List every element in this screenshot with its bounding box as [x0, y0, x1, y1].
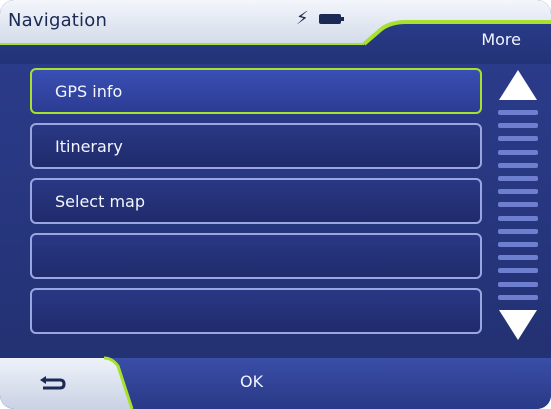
scroll-tick [498, 136, 538, 142]
scroll-tick [498, 294, 538, 300]
menu-item-empty-2[interactable] [30, 288, 482, 334]
page-title: Navigation [8, 10, 108, 31]
scroll-tick [498, 281, 538, 287]
menu-item-label: Select map [55, 192, 145, 211]
footer-bar [0, 356, 551, 409]
scroll-tick [498, 202, 538, 208]
menu-item-select-map[interactable]: Select map [30, 178, 482, 224]
scroll-tick [498, 149, 538, 155]
down-arrow-icon[interactable] [499, 310, 537, 340]
battery-icon [318, 14, 344, 24]
scroll-tick [498, 189, 538, 195]
scroll-track[interactable] [498, 110, 538, 300]
menu-item-label: Itinerary [55, 137, 123, 156]
scroll-tick [498, 268, 538, 274]
scroll-tick [498, 215, 538, 221]
menu-item-empty-1[interactable] [30, 233, 482, 279]
menu-item-gps-info[interactable]: GPS info [30, 68, 482, 114]
navigation-screen: Navigation ⚡ More GPS info Itinerary Sel… [0, 0, 551, 409]
ok-button[interactable]: OK [240, 372, 263, 391]
scroll-tick [498, 255, 538, 261]
scroll-tick [498, 242, 538, 248]
menu-list: GPS info Itinerary Select map [30, 68, 482, 343]
up-arrow-icon[interactable] [499, 70, 537, 100]
scroll-tick [498, 176, 538, 182]
lightning-icon: ⚡ [296, 8, 309, 29]
menu-item-label: GPS info [55, 82, 123, 101]
status-icons: ⚡ [296, 8, 344, 29]
scroll-tick [498, 228, 538, 234]
scroll-tick [498, 110, 538, 115]
scroll-tick [498, 162, 538, 168]
more-button[interactable]: More [481, 30, 521, 49]
menu-item-itinerary[interactable]: Itinerary [30, 123, 482, 169]
back-arrow-icon[interactable] [38, 373, 66, 391]
scrollbar[interactable] [496, 66, 540, 344]
scroll-tick [498, 123, 538, 129]
